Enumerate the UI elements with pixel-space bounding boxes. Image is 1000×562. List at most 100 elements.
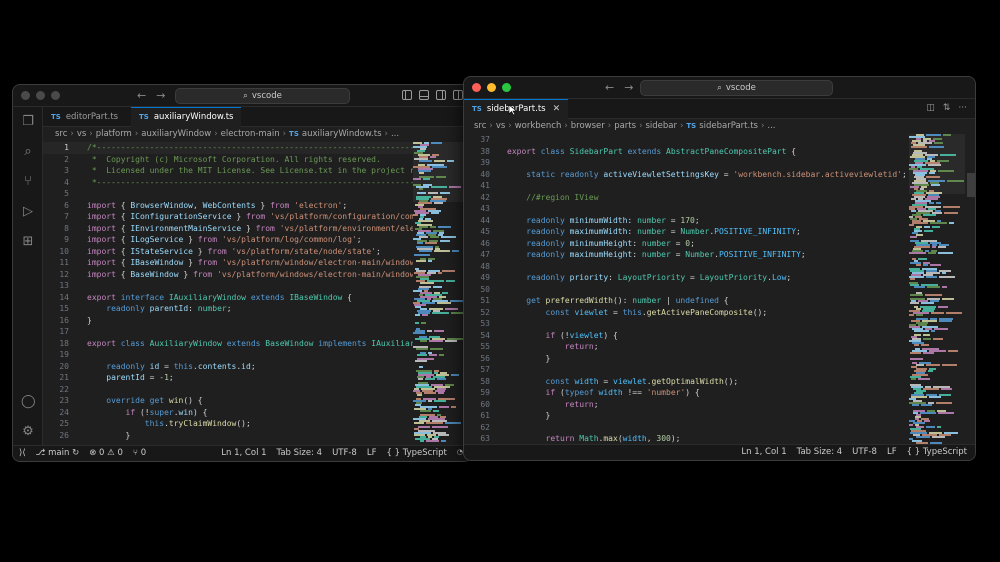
encoding[interactable]: UTF-8 [332, 448, 357, 458]
breadcrumb-item[interactable]: vs [496, 121, 505, 131]
breadcrumb-item[interactable]: sidebarPart.ts [699, 121, 758, 131]
code-line[interactable]: 44 readonly minimumWidth: number = 170; [464, 215, 905, 227]
code-line[interactable]: 48 [464, 261, 905, 273]
tab-size[interactable]: Tab Size: 4 [797, 447, 843, 457]
extensions-icon[interactable]: ⊞ [21, 235, 35, 249]
language-mode[interactable]: { } TypeScript [386, 448, 446, 458]
code-line[interactable]: 21 parentId = -1; [43, 372, 413, 384]
code-line[interactable]: 5 [43, 188, 413, 200]
breadcrumb-item[interactable]: workbench [515, 121, 562, 131]
zoom-window-button[interactable] [502, 83, 511, 92]
code-line[interactable]: 56 } [464, 353, 905, 365]
close-window-button[interactable] [472, 83, 481, 92]
toggle-secondary-sidebar-icon[interactable] [436, 90, 446, 100]
code-line[interactable]: 19 [43, 349, 413, 361]
minimize-window-button[interactable] [487, 83, 496, 92]
code-line[interactable]: 22 [43, 384, 413, 396]
code-line[interactable]: 6 import { BrowserWindow, WebContents } f… [43, 200, 413, 212]
code-line[interactable]: 63 return Math.max(width, 300); [464, 433, 905, 444]
code-line[interactable]: 62 [464, 422, 905, 434]
code-line[interactable]: 13 [43, 280, 413, 292]
accounts-icon[interactable]: ◯ [21, 395, 36, 409]
zoom-window-button[interactable] [51, 91, 60, 100]
tab-size[interactable]: Tab Size: 4 [277, 448, 323, 458]
code-line[interactable]: 17 [43, 326, 413, 338]
problems-status[interactable]: ⊗ 0 ⚠ 0 [89, 448, 123, 458]
minimize-window-button[interactable] [36, 91, 45, 100]
open-changes-icon[interactable]: ⇅ [943, 103, 951, 113]
code-line[interactable]: 15 readonly parentId: number; [43, 303, 413, 315]
code-line[interactable]: 2 * Copyright (c) Microsoft Corporation.… [43, 154, 413, 166]
back-arrow-icon[interactable]: ← [137, 89, 146, 102]
cursor-position[interactable]: Ln 1, Col 1 [221, 448, 266, 458]
settings-gear-icon[interactable]: ⚙ [21, 425, 35, 439]
code-line[interactable]: 54 if (!viewlet) { [464, 330, 905, 342]
code-line[interactable]: 53 [464, 318, 905, 330]
code-line[interactable]: 42 //#region IView [464, 192, 905, 204]
customize-layout-icon[interactable] [453, 90, 463, 100]
code-line[interactable]: 41 [464, 180, 905, 192]
search-view-icon[interactable]: ⌕ [21, 145, 35, 159]
close-window-button[interactable] [21, 91, 30, 100]
end-of-line[interactable]: LF [887, 447, 897, 457]
code-line[interactable]: 23 override get win() { [43, 395, 413, 407]
branch-status[interactable]: ⎇ main ↻ [36, 448, 80, 458]
code-line[interactable]: 58 const width = viewlet.getOptimalWidth… [464, 376, 905, 388]
code-line[interactable]: 38 export class SidebarPart extends Abstr… [464, 146, 905, 158]
code-line[interactable]: 3 * Licensed under the MIT License. See … [43, 165, 413, 177]
forward-arrow-icon[interactable]: → [624, 81, 633, 94]
code-line[interactable]: 18 export class AuxiliaryWindow extends B… [43, 338, 413, 350]
code-line[interactable]: 4 *-------------------------------------… [43, 177, 413, 189]
code-line[interactable]: 50 [464, 284, 905, 296]
code-line[interactable]: 37 [464, 134, 905, 146]
code-line[interactable]: 60 return; [464, 399, 905, 411]
breadcrumb-item[interactable]: ... [767, 121, 775, 131]
code-editor[interactable]: 1 /*-------------------------------------… [43, 142, 413, 445]
source-control-icon[interactable]: ⑂ [21, 175, 35, 189]
toggle-panel-icon[interactable] [419, 90, 429, 100]
code-line[interactable]: 43 [464, 203, 905, 215]
run-debug-icon[interactable]: ▷ [21, 205, 35, 219]
code-line[interactable]: 11 import { IBaseWindow } from 'vs/platfo… [43, 257, 413, 269]
forward-arrow-icon[interactable]: → [156, 89, 165, 102]
end-of-line[interactable]: LF [367, 448, 377, 458]
breadcrumb-item[interactable]: browser [571, 121, 605, 131]
more-actions-icon[interactable]: ··· [958, 103, 967, 113]
language-mode[interactable]: { } TypeScript [907, 447, 967, 457]
code-line[interactable]: 1 /*-------------------------------------… [43, 142, 413, 154]
code-line[interactable]: 59 if (typeof width !== 'number') { [464, 387, 905, 399]
minimap[interactable] [909, 134, 965, 444]
tab-auxiliarywindow[interactable]: TS auxiliaryWindow.ts [131, 107, 242, 127]
code-line[interactable]: 51 get preferredWidth(): number | undefi… [464, 295, 905, 307]
code-line[interactable]: 39 [464, 157, 905, 169]
breadcrumb-item[interactable]: src [55, 129, 67, 139]
minimap[interactable] [413, 142, 469, 445]
code-line[interactable]: 24 if (!super.win) { [43, 407, 413, 419]
explorer-icon[interactable]: ❐ [21, 115, 35, 129]
code-line[interactable]: 7 import { IConfigurationService } from '… [43, 211, 413, 223]
breadcrumb-item[interactable]: ... [391, 129, 399, 139]
code-line[interactable]: 14 export interface IAuxiliaryWindow exte… [43, 292, 413, 304]
code-line[interactable]: 45 readonly maximumWidth: number = Numbe… [464, 226, 905, 238]
toggle-primary-sidebar-icon[interactable] [402, 90, 412, 100]
command-center-search[interactable]: ⌕ vscode [640, 80, 833, 96]
code-line[interactable]: 10 import { IStateService } from 'vs/plat… [43, 246, 413, 258]
back-arrow-icon[interactable]: ← [605, 81, 614, 94]
code-line[interactable]: 49 readonly priority: LayoutPriority = L… [464, 272, 905, 284]
breadcrumb-item[interactable]: electron-main [221, 129, 280, 139]
breadcrumb-item[interactable]: platform [96, 129, 132, 139]
tab-editorpart[interactable]: TS editorPart.ts [43, 107, 126, 127]
code-line[interactable]: 20 readonly id = this.contents.id; [43, 361, 413, 373]
code-line[interactable]: 16} [43, 315, 413, 327]
close-tab-icon[interactable]: ✕ [553, 104, 561, 114]
code-line[interactable]: 57 [464, 364, 905, 376]
breadcrumb-item[interactable]: sidebar [645, 121, 677, 131]
code-line[interactable]: 52 const viewlet = this.getActivePaneCom… [464, 307, 905, 319]
code-line[interactable]: 8 import { IEnvironmentMainService } from… [43, 223, 413, 235]
code-line[interactable]: 9 import { ILogService } from 'vs/platfor… [43, 234, 413, 246]
breadcrumb-item[interactable]: parts [614, 121, 636, 131]
code-line[interactable]: 47 readonly maximumHeight: number = Numb… [464, 249, 905, 261]
code-editor[interactable]: 37 38 export class SidebarPart extends Abs… [464, 134, 905, 444]
vertical-scrollbar[interactable] [967, 173, 975, 197]
code-line[interactable]: 61 } [464, 410, 905, 422]
